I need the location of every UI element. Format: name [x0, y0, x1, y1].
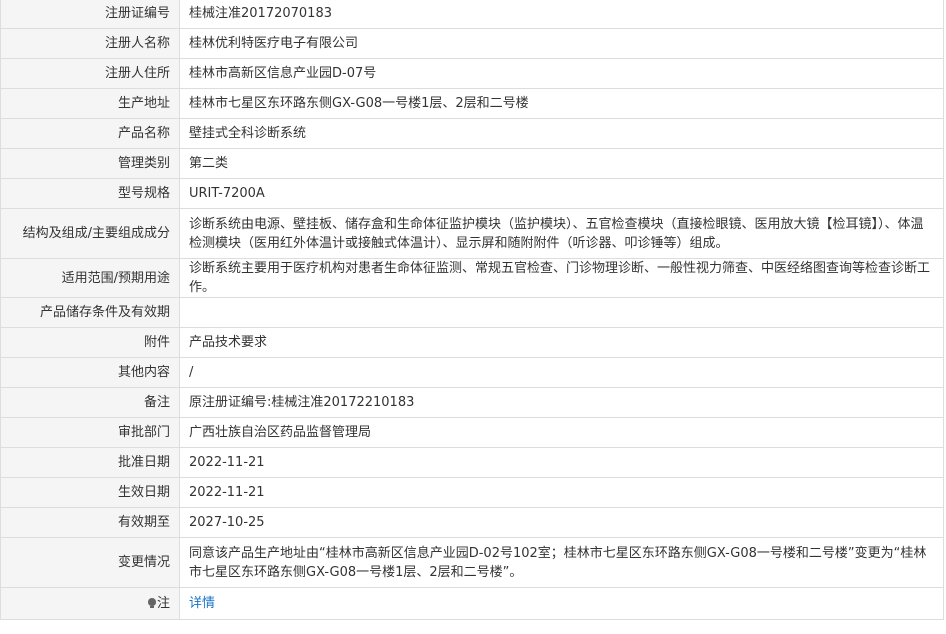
label-registration-number: 注册证编号 — [0, 0, 180, 29]
value-registrant-name: 桂林优利特医疗电子有限公司 — [179, 28, 944, 59]
value-note: 详情 — [179, 587, 944, 620]
value-production-address: 桂林市七星区东环路东侧GX-G08一号楼1层、2层和二号楼 — [179, 88, 944, 119]
label-structure-composition: 结构及组成/主要组成成分 — [0, 208, 180, 259]
value-intended-use: 诊断系统主要用于医疗机构对患者生命体征监测、常规五官检查、门诊物理诊断、一般性视… — [179, 258, 944, 298]
row-note: 注 详情 — [0, 587, 944, 620]
label-registrant-name: 注册人名称 — [0, 28, 180, 59]
details-link[interactable]: 详情 — [189, 596, 215, 611]
row-intended-use: 适用范围/预期用途 诊断系统主要用于医疗机构对患者生命体征监测、常规五官检查、门… — [0, 258, 944, 298]
value-registrant-address: 桂林市高新区信息产业园D-07号 — [179, 58, 944, 89]
row-model-spec: 型号规格 URIT-7200A — [0, 178, 944, 209]
label-other-content: 其他内容 — [0, 357, 180, 388]
value-approval-date: 2022-11-21 — [179, 447, 944, 478]
label-registrant-address: 注册人住所 — [0, 58, 180, 89]
label-remarks: 备注 — [0, 387, 180, 418]
value-expiry-date: 2027-10-25 — [179, 507, 944, 538]
value-remarks: 原注册证编号:桂械注准20172210183 — [179, 387, 944, 418]
registration-detail-table: 注册证编号 桂械注准20172070183 注册人名称 桂林优利特医疗电子有限公… — [0, 0, 944, 620]
value-effective-date: 2022-11-21 — [179, 477, 944, 508]
row-production-address: 生产地址 桂林市七星区东环路东侧GX-G08一号楼1层、2层和二号楼 — [0, 88, 944, 119]
row-attachment: 附件 产品技术要求 — [0, 327, 944, 358]
label-change-history: 变更情况 — [0, 537, 180, 588]
label-product-name: 产品名称 — [0, 118, 180, 149]
row-expiry-date: 有效期至 2027-10-25 — [0, 507, 944, 538]
value-attachment: 产品技术要求 — [179, 327, 944, 358]
value-structure-composition: 诊断系统由电源、壁挂板、储存盒和生命体征监护模块（监护模块）、五官检查模块（直接… — [179, 208, 944, 259]
row-storage-validity: 产品储存条件及有效期 — [0, 297, 944, 328]
row-registration-number: 注册证编号 桂械注准20172070183 — [0, 0, 944, 29]
value-approval-department: 广西壮族自治区药品监督管理局 — [179, 417, 944, 448]
row-approval-date: 批准日期 2022-11-21 — [0, 447, 944, 478]
label-note: 注 — [0, 587, 180, 620]
label-approval-department: 审批部门 — [0, 417, 180, 448]
row-registrant-name: 注册人名称 桂林优利特医疗电子有限公司 — [0, 28, 944, 59]
row-change-history: 变更情况 同意该产品生产地址由“桂林市高新区信息产业园D-02号102室；桂林市… — [0, 537, 944, 588]
lightbulb-icon — [147, 598, 156, 608]
row-remarks: 备注 原注册证编号:桂械注准20172210183 — [0, 387, 944, 418]
label-production-address: 生产地址 — [0, 88, 180, 119]
label-approval-date: 批准日期 — [0, 447, 180, 478]
label-effective-date: 生效日期 — [0, 477, 180, 508]
label-model-spec: 型号规格 — [0, 178, 180, 209]
row-structure-composition: 结构及组成/主要组成成分 诊断系统由电源、壁挂板、储存盒和生命体征监护模块（监护… — [0, 208, 944, 259]
value-other-content: / — [179, 357, 944, 388]
value-model-spec: URIT-7200A — [179, 178, 944, 209]
value-product-name: 壁挂式全科诊断系统 — [179, 118, 944, 149]
row-approval-department: 审批部门 广西壮族自治区药品监督管理局 — [0, 417, 944, 448]
label-attachment: 附件 — [0, 327, 180, 358]
row-other-content: 其他内容 / — [0, 357, 944, 388]
label-storage-validity: 产品储存条件及有效期 — [0, 297, 180, 328]
label-management-category: 管理类别 — [0, 148, 180, 179]
value-storage-validity — [179, 297, 944, 328]
row-effective-date: 生效日期 2022-11-21 — [0, 477, 944, 508]
note-label-text: 注 — [156, 596, 170, 611]
row-product-name: 产品名称 壁挂式全科诊断系统 — [0, 118, 944, 149]
row-management-category: 管理类别 第二类 — [0, 148, 944, 179]
value-management-category: 第二类 — [179, 148, 944, 179]
label-intended-use: 适用范围/预期用途 — [0, 258, 180, 298]
row-registrant-address: 注册人住所 桂林市高新区信息产业园D-07号 — [0, 58, 944, 89]
label-expiry-date: 有效期至 — [0, 507, 180, 538]
value-change-history: 同意该产品生产地址由“桂林市高新区信息产业园D-02号102室；桂林市七星区东环… — [179, 537, 944, 588]
value-registration-number: 桂械注准20172070183 — [179, 0, 944, 29]
